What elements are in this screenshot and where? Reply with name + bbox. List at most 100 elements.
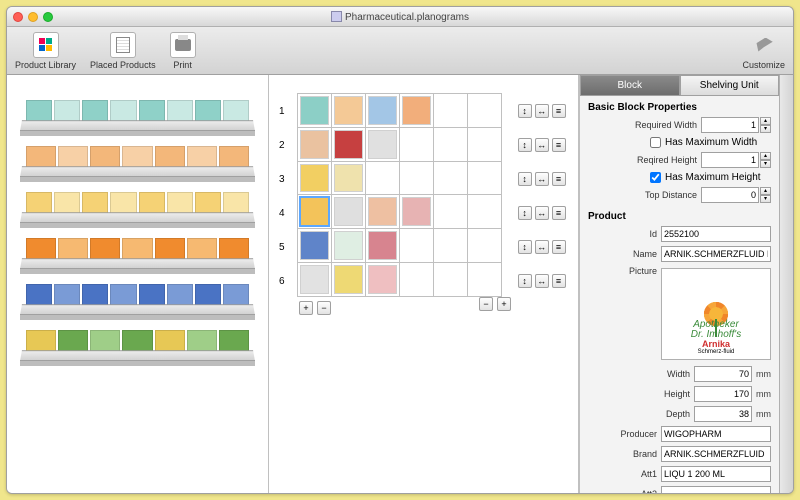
grid-cell[interactable] <box>331 161 365 195</box>
row-options-button[interactable]: ≡ <box>552 172 566 186</box>
row-options-button[interactable]: ≡ <box>552 206 566 220</box>
grid-cell[interactable] <box>399 195 433 229</box>
row-options-button[interactable]: ≡ <box>552 138 566 152</box>
grid-cell[interactable] <box>399 263 433 297</box>
grid-cell[interactable] <box>433 229 467 263</box>
has-max-width-label[interactable]: Has Maximum Width <box>665 137 757 148</box>
depth-field[interactable] <box>694 406 752 422</box>
grid-cell[interactable] <box>433 263 467 297</box>
grid-cell[interactable] <box>467 161 501 195</box>
required-height-stepper[interactable]: ▴▾ <box>701 152 771 168</box>
brand-field[interactable] <box>661 446 771 462</box>
grid-cell[interactable] <box>467 127 501 161</box>
grid-cell[interactable] <box>467 263 501 297</box>
required-width-field[interactable] <box>701 117 759 133</box>
top-distance-field[interactable] <box>701 187 759 203</box>
grid-cell[interactable] <box>365 161 399 195</box>
remove-row-button[interactable]: − <box>317 301 331 315</box>
vertical-scrollbar[interactable] <box>779 75 793 493</box>
grid-cell[interactable] <box>365 195 399 229</box>
row-height-button[interactable]: ↕ <box>518 206 532 220</box>
top-distance-stepper[interactable]: ▴▾ <box>701 187 771 203</box>
grid-cell[interactable] <box>433 127 467 161</box>
att1-field[interactable] <box>661 466 771 482</box>
row-options-button[interactable]: ≡ <box>552 104 566 118</box>
remove-col-button[interactable]: − <box>479 297 493 311</box>
row-width-button[interactable]: ↔ <box>535 138 549 152</box>
grid-cell[interactable] <box>297 263 331 297</box>
shelf-product <box>122 238 152 260</box>
row-height-button[interactable]: ↕ <box>518 172 532 186</box>
row-height-button[interactable]: ↕ <box>518 104 532 118</box>
grid-cell[interactable] <box>433 94 467 128</box>
required-height-field[interactable] <box>701 152 759 168</box>
product-thumb <box>368 96 397 125</box>
shelf-product <box>195 100 221 122</box>
grid-cell[interactable] <box>365 229 399 263</box>
row-height-button[interactable]: ↕ <box>518 240 532 254</box>
product-library-button[interactable]: Product Library <box>15 32 76 70</box>
grid-cell[interactable] <box>297 229 331 263</box>
row-width-button[interactable]: ↔ <box>535 172 549 186</box>
id-field[interactable] <box>661 226 771 242</box>
row-width-button[interactable]: ↔ <box>535 104 549 118</box>
grid-cell[interactable] <box>365 94 399 128</box>
grid-cell[interactable] <box>399 94 433 128</box>
grid-cell[interactable] <box>467 195 501 229</box>
product-thumb <box>334 197 363 226</box>
shelf-product <box>139 100 165 122</box>
chevron-up-icon[interactable]: ▴ <box>760 152 771 160</box>
has-max-height-checkbox[interactable] <box>650 172 661 183</box>
add-col-button[interactable]: + <box>497 297 511 311</box>
has-max-width-checkbox[interactable] <box>650 137 661 148</box>
chevron-down-icon[interactable]: ▾ <box>760 195 771 203</box>
chevron-down-icon[interactable]: ▾ <box>760 125 771 133</box>
grid-cell[interactable] <box>365 263 399 297</box>
chevron-down-icon[interactable]: ▾ <box>760 160 771 168</box>
placed-products-button[interactable]: Placed Products <box>90 32 156 70</box>
row-width-button[interactable]: ↔ <box>535 206 549 220</box>
att2-field[interactable] <box>661 486 771 493</box>
height-field[interactable] <box>694 386 752 402</box>
row-width-button[interactable]: ↔ <box>535 274 549 288</box>
grid-cell[interactable] <box>331 229 365 263</box>
grid-cell[interactable] <box>467 94 501 128</box>
att1-label: Att1 <box>588 469 657 479</box>
shelf-product <box>26 284 52 306</box>
grid-cell[interactable] <box>433 161 467 195</box>
width-field[interactable] <box>694 366 752 382</box>
grid-cell[interactable] <box>467 229 501 263</box>
grid-cell[interactable] <box>433 195 467 229</box>
required-width-stepper[interactable]: ▴▾ <box>701 117 771 133</box>
row-width-button[interactable]: ↔ <box>535 240 549 254</box>
grid-cell[interactable] <box>399 229 433 263</box>
row-options-button[interactable]: ≡ <box>552 274 566 288</box>
chevron-up-icon[interactable]: ▴ <box>760 117 771 125</box>
grid-cell[interactable] <box>365 127 399 161</box>
grid-cell[interactable] <box>331 127 365 161</box>
product-thumb <box>402 96 431 125</box>
add-row-button[interactable]: + <box>299 301 313 315</box>
producer-field[interactable] <box>661 426 771 442</box>
grid-cell[interactable] <box>297 94 331 128</box>
name-field[interactable] <box>661 246 771 262</box>
grid-cell[interactable] <box>331 94 365 128</box>
picture-label: Picture <box>588 266 657 276</box>
grid-cell[interactable] <box>331 263 365 297</box>
grid-cell[interactable] <box>297 127 331 161</box>
grid-cell[interactable] <box>399 161 433 195</box>
grid-cell[interactable] <box>399 127 433 161</box>
row-options-button[interactable]: ≡ <box>552 240 566 254</box>
tab-block[interactable]: Block <box>580 75 680 96</box>
row-height-button[interactable]: ↕ <box>518 138 532 152</box>
has-max-height-label[interactable]: Has Maximum Height <box>665 172 761 183</box>
planogram-grid[interactable] <box>297 93 502 297</box>
customize-button[interactable]: Customize <box>742 32 785 70</box>
print-button[interactable]: Print <box>170 32 196 70</box>
grid-cell[interactable] <box>297 161 331 195</box>
grid-cell[interactable] <box>331 195 365 229</box>
row-height-button[interactable]: ↕ <box>518 274 532 288</box>
chevron-up-icon[interactable]: ▴ <box>760 187 771 195</box>
tab-shelving-unit[interactable]: Shelving Unit <box>680 75 780 96</box>
grid-cell[interactable] <box>297 195 331 229</box>
